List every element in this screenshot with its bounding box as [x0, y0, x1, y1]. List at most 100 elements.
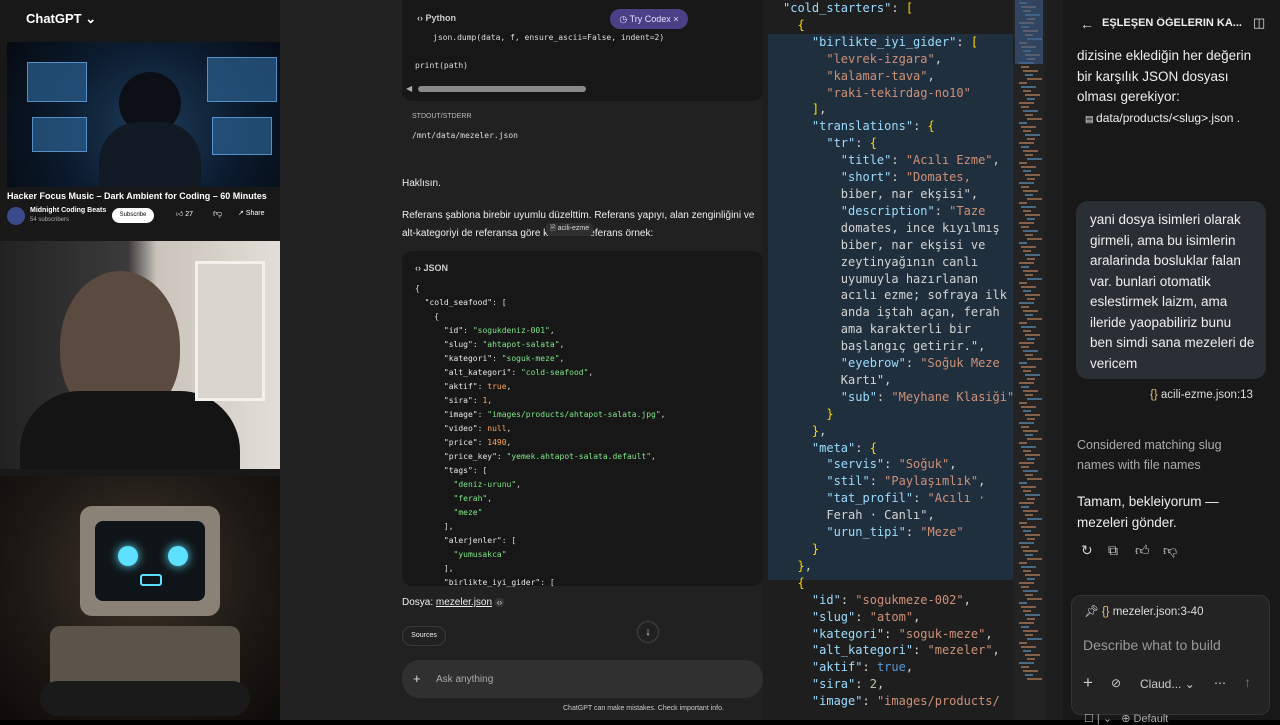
context-chip[interactable]: 📌︎ {} mezeler.json:3-40 [1084, 604, 1203, 618]
editor-line[interactable]: ], [783, 101, 1014, 118]
share-button[interactable]: ↗ Share [238, 209, 265, 217]
minimap-line [1019, 522, 1027, 524]
back-arrow-icon[interactable]: ← [1080, 16, 1094, 32]
horizontal-scrollbar[interactable] [418, 86, 586, 92]
editor-line[interactable]: "raki-tekirdag-no10" [783, 85, 1014, 102]
editor-line[interactable]: "birlikte_iyi_gider": [ [783, 34, 1014, 51]
editor-line[interactable]: "slug": "atom", [783, 609, 1014, 626]
scroll-left-icon[interactable]: ◀ [406, 84, 412, 93]
file-link[interactable]: mezeler.json [436, 597, 492, 608]
editor-line[interactable]: "title": "Acılı Ezme", [783, 152, 1014, 169]
video-thumbnail[interactable] [7, 42, 293, 187]
path-chip[interactable]: ▤ data/products/<slug>.json . [1085, 111, 1240, 125]
minimap-line [1027, 638, 1042, 640]
minimap-line [1027, 458, 1035, 460]
bottom-toolbar[interactable]: ☐ | ⌄ ⊕ Default [1084, 712, 1168, 725]
chat-input-placeholder[interactable]: Ask anything [436, 674, 493, 685]
thumbs-up-icon[interactable]: 👍︎ [1135, 542, 1150, 559]
editor-line[interactable]: "short": "Domates, [783, 169, 1014, 186]
prompt-input-placeholder[interactable]: Describe what to build [1083, 637, 1221, 653]
like-button[interactable]: 👍︎ 27 [176, 209, 193, 218]
editor-line[interactable]: "translations": { [783, 118, 1014, 135]
model-select[interactable]: Claud... ⌄ [1140, 677, 1195, 691]
editor-line[interactable]: "sira": 2, [783, 676, 1014, 693]
editor-line[interactable]: "tat_profil": "Acılı · [783, 490, 1014, 507]
send-icon[interactable]: ↑ [1244, 674, 1251, 690]
editor-line[interactable]: zeytinyağının canlı [783, 254, 1014, 271]
editor-line[interactable]: } [783, 541, 1014, 558]
add-attachment-icon[interactable]: + [1083, 673, 1093, 693]
minimap-line [1027, 598, 1042, 600]
minimap-line [1019, 162, 1027, 164]
retry-icon[interactable]: ↻ [1081, 542, 1093, 559]
editor-line[interactable]: "image": "images/products/ [783, 693, 1014, 710]
dislike-icon[interactable]: 👎︎ [213, 208, 222, 219]
editor-line[interactable]: ama karakterli bir [783, 321, 1014, 338]
editor-line[interactable]: "kalamar-tava", [783, 68, 1014, 85]
try-codex-button[interactable]: ◷ Try Codex × [610, 9, 688, 29]
thinking-summary[interactable]: Considered matching slug names with file… [1077, 435, 1257, 475]
editor-code[interactable]: "cold_starters": [ { "birlikte_iyi_gider… [783, 0, 1014, 710]
video-title[interactable]: Hacker Focus Music – Dark Ambient for Co… [7, 191, 297, 201]
editor-line[interactable]: başlangıç getirir.", [783, 338, 1014, 355]
editor-line[interactable]: { [783, 17, 1014, 34]
minimap[interactable] [1013, 0, 1045, 720]
minimap-line [1025, 254, 1040, 256]
minimap-line [1021, 366, 1036, 368]
json-code-line: "slug": "ahtapot-salata", [443, 340, 565, 349]
editor-line[interactable]: "alt_kategori": "mezeler", [783, 642, 1014, 659]
editor-line[interactable]: anda iştah açan, ferah [783, 304, 1014, 321]
editor-line[interactable]: biber, nar ekşisi ve [783, 237, 1014, 254]
channel-name[interactable]: Midnight Coding Beats [30, 207, 106, 214]
editor-line[interactable]: "stil": "Paylaşımlık", [783, 473, 1014, 490]
editor-line[interactable]: "aktif": true, [783, 659, 1014, 676]
app-title[interactable]: ChatGPT ⌄ [26, 11, 96, 27]
editor-line[interactable]: "kategori": "soguk-meze", [783, 626, 1014, 643]
reference-chip[interactable]: 🗎︎ acili-ezme [546, 223, 594, 236]
subscribe-button[interactable]: Subscribe [112, 208, 154, 223]
plus-icon[interactable]: + [413, 671, 421, 686]
editor-line[interactable]: "urun_tipi": "Meze" [783, 524, 1014, 541]
minimap-slider[interactable] [1015, 0, 1043, 64]
editor-line[interactable]: "description": "Taze [783, 203, 1014, 220]
editor-line[interactable]: Ferah · Canlı", [783, 507, 1014, 524]
channel-avatar[interactable] [7, 207, 25, 225]
editor-line[interactable]: } [783, 406, 1014, 423]
sources-button[interactable]: Sources [402, 626, 446, 646]
minimap-line [1021, 386, 1029, 388]
minimap-line [1025, 454, 1040, 456]
editor-line[interactable]: "tr": { [783, 135, 1014, 152]
editor-line[interactable]: domates, ince kıyılmış [783, 220, 1014, 237]
editor-line[interactable]: acılı ezme; sofraya ilk [783, 287, 1014, 304]
copy-icon[interactable]: ⧉ [1108, 542, 1118, 559]
minimap-line [1023, 430, 1038, 432]
scroll-down-button[interactable]: ↓ [637, 621, 659, 643]
editor-line[interactable]: "levrek-izgara", [783, 51, 1014, 68]
thumbs-down-icon[interactable]: 👎︎ [1163, 542, 1177, 559]
minimap-line [1023, 70, 1038, 72]
panel-title: EŞLEŞEN ÖĞELERIN KA... [1102, 17, 1242, 29]
minimap-line [1021, 586, 1029, 588]
minimap-line [1019, 662, 1034, 664]
json-code-line: "meze" [453, 508, 483, 517]
editor-line[interactable]: "id": "sogukmeze-002", [783, 592, 1014, 609]
mode-icon[interactable]: ⊘ [1111, 676, 1121, 690]
editor-line[interactable]: }, [783, 423, 1014, 440]
editor-line[interactable]: Kartı", [783, 372, 1014, 389]
minimap-line [1027, 678, 1042, 680]
editor-line[interactable]: uyumuyla hazırlanan [783, 271, 1014, 288]
editor-line[interactable]: "meta": { [783, 440, 1014, 457]
minimap-line [1023, 530, 1031, 532]
editor-line[interactable]: "sub": "Meyhane Klasiği" [783, 389, 1014, 406]
editor-line[interactable]: }, [783, 558, 1014, 575]
minimap-line [1023, 250, 1031, 252]
editor-line[interactable]: "eyebrow": "Soğuk Meze [783, 355, 1014, 372]
editor-line[interactable]: { [783, 575, 1014, 592]
more-options-icon[interactable]: ⋯ [1214, 676, 1226, 690]
editor-line[interactable]: biber, nar ekşisi", [783, 186, 1014, 203]
json-code-line: "kategori": "soguk-meze", [443, 354, 565, 363]
editor-line[interactable]: "cold_starters": [ [783, 0, 1014, 17]
file-reference[interactable]: {} acili-ezme.json:13 [1150, 389, 1253, 401]
sidebar-toggle-icon[interactable]: ◫ [1253, 15, 1265, 31]
editor-line[interactable]: "servis": "Soğuk", [783, 456, 1014, 473]
